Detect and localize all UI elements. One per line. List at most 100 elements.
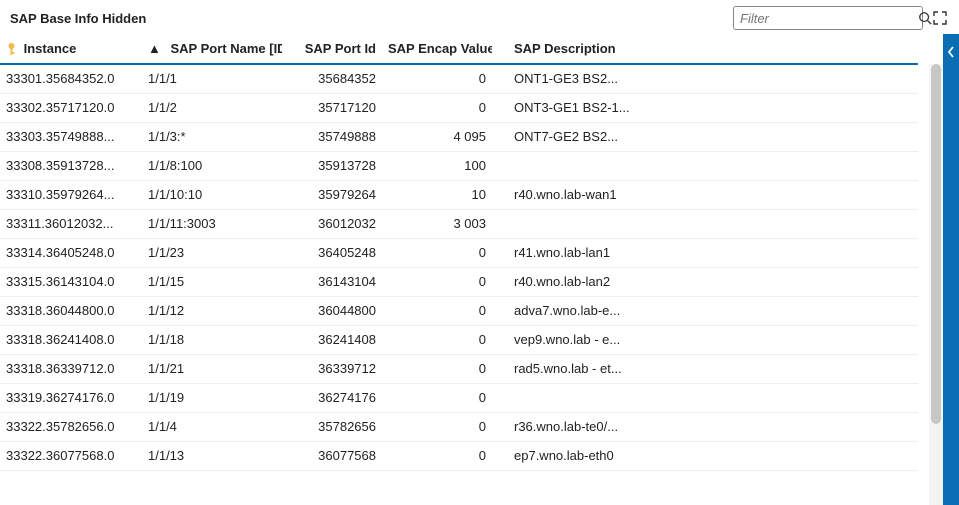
col-header-description[interactable]: SAP Description <box>492 34 918 64</box>
table-row[interactable]: 33301.35684352.01/1/1356843520ONT1-GE3 B… <box>0 64 918 93</box>
col-header-encap-label: SAP Encap Value <box>388 41 492 56</box>
cell-port-id: 36405248 <box>282 238 382 267</box>
cell-instance: 33301.35684352.0 <box>0 64 142 93</box>
cell-encap: 100 <box>382 151 492 180</box>
table-row[interactable]: 33303.35749888...1/1/3:*357498884 095ONT… <box>0 122 918 151</box>
cell-port-id: 36143104 <box>282 267 382 296</box>
filter-box[interactable] <box>733 6 923 30</box>
cell-description: r36.wno.lab-te0/... <box>492 412 918 441</box>
col-header-instance-label: Instance <box>24 41 77 56</box>
cell-description <box>492 151 918 180</box>
cell-encap: 0 <box>382 325 492 354</box>
fullscreen-button[interactable] <box>931 9 949 27</box>
cell-encap: 0 <box>382 296 492 325</box>
table-row[interactable]: 33319.36274176.01/1/19362741760 <box>0 383 918 412</box>
filter-input[interactable] <box>740 11 918 26</box>
table-row[interactable]: 33308.35913728...1/1/8:10035913728100 <box>0 151 918 180</box>
cell-description: ONT1-GE3 BS2... <box>492 64 918 93</box>
table-header-row: Instance ▲ SAP Port Name [IDX] SAP Port … <box>0 34 918 64</box>
col-header-port-id[interactable]: SAP Port Id <box>282 34 382 64</box>
vertical-scrollbar[interactable] <box>929 64 943 505</box>
cell-encap: 0 <box>382 354 492 383</box>
table-row[interactable]: 33311.36012032...1/1/11:3003360120323 00… <box>0 209 918 238</box>
cell-port-id: 36012032 <box>282 209 382 238</box>
cell-port-name: 1/1/1 <box>142 64 282 93</box>
cell-instance: 33311.36012032... <box>0 209 142 238</box>
data-table: Instance ▲ SAP Port Name [IDX] SAP Port … <box>0 34 918 471</box>
table-body: 33301.35684352.01/1/1356843520ONT1-GE3 B… <box>0 64 918 470</box>
cell-port-id: 36274176 <box>282 383 382 412</box>
cell-port-name: 1/1/21 <box>142 354 282 383</box>
cell-port-name: 1/1/23 <box>142 238 282 267</box>
cell-description: vep9.wno.lab - e... <box>492 325 918 354</box>
cell-port-name: 1/1/3:* <box>142 122 282 151</box>
cell-port-name: 1/1/15 <box>142 267 282 296</box>
cell-instance: 33318.36339712.0 <box>0 354 142 383</box>
cell-instance: 33318.36241408.0 <box>0 325 142 354</box>
cell-instance: 33319.36274176.0 <box>0 383 142 412</box>
cell-port-id: 35684352 <box>282 64 382 93</box>
sort-asc-icon: ▲ <box>148 41 161 56</box>
cell-instance: 33303.35749888... <box>0 122 142 151</box>
cell-port-name: 1/1/19 <box>142 383 282 412</box>
cell-port-id: 36339712 <box>282 354 382 383</box>
cell-encap: 0 <box>382 412 492 441</box>
cell-instance: 33314.36405248.0 <box>0 238 142 267</box>
cell-port-id: 36077568 <box>282 441 382 470</box>
cell-port-id: 35979264 <box>282 180 382 209</box>
cell-port-id: 36241408 <box>282 325 382 354</box>
cell-description: r41.wno.lab-lan1 <box>492 238 918 267</box>
table-row[interactable]: 33318.36339712.01/1/21363397120rad5.wno.… <box>0 354 918 383</box>
col-header-port-name-label: SAP Port Name [IDX] <box>171 41 283 56</box>
col-header-port-id-label: SAP Port Id <box>305 41 376 56</box>
cell-description: ONT3-GE1 BS2-1... <box>492 93 918 122</box>
cell-port-name: 1/1/10:10 <box>142 180 282 209</box>
cell-encap: 0 <box>382 93 492 122</box>
cell-description: r40.wno.lab-lan2 <box>492 267 918 296</box>
chevron-left-icon <box>947 46 955 58</box>
side-panel-toggle[interactable] <box>943 34 959 505</box>
cell-description <box>492 209 918 238</box>
vertical-scrollbar-thumb[interactable] <box>931 64 941 424</box>
table-row[interactable]: 33310.35979264...1/1/10:103597926410r40.… <box>0 180 918 209</box>
search-icon[interactable] <box>918 11 932 25</box>
col-header-description-label: SAP Description <box>514 41 616 56</box>
table-row[interactable]: 33318.36044800.01/1/12360448000adva7.wno… <box>0 296 918 325</box>
cell-encap: 10 <box>382 180 492 209</box>
cell-encap: 0 <box>382 267 492 296</box>
cell-port-id: 35782656 <box>282 412 382 441</box>
cell-instance: 33318.36044800.0 <box>0 296 142 325</box>
cell-instance: 33310.35979264... <box>0 180 142 209</box>
table-row[interactable]: 33322.35782656.01/1/4357826560r36.wno.la… <box>0 412 918 441</box>
col-header-port-name[interactable]: ▲ SAP Port Name [IDX] <box>142 34 282 64</box>
cell-encap: 0 <box>382 441 492 470</box>
cell-port-id: 35717120 <box>282 93 382 122</box>
cell-port-name: 1/1/8:100 <box>142 151 282 180</box>
cell-description <box>492 383 918 412</box>
panel-title: SAP Base Info Hidden <box>10 11 146 26</box>
cell-encap: 0 <box>382 238 492 267</box>
col-header-encap[interactable]: SAP Encap Value <box>382 34 492 64</box>
cell-description: ONT7-GE2 BS2... <box>492 122 918 151</box>
cell-port-name: 1/1/11:3003 <box>142 209 282 238</box>
table-row[interactable]: 33318.36241408.01/1/18362414080vep9.wno.… <box>0 325 918 354</box>
cell-encap: 0 <box>382 64 492 93</box>
cell-encap: 4 095 <box>382 122 492 151</box>
table-container: Instance ▲ SAP Port Name [IDX] SAP Port … <box>0 34 943 505</box>
cell-port-id: 35913728 <box>282 151 382 180</box>
top-bar: SAP Base Info Hidden <box>0 0 959 34</box>
cell-port-name: 1/1/4 <box>142 412 282 441</box>
col-header-instance[interactable]: Instance <box>0 34 142 64</box>
table-row[interactable]: 33322.36077568.01/1/13360775680ep7.wno.l… <box>0 441 918 470</box>
cell-instance: 33302.35717120.0 <box>0 93 142 122</box>
cell-instance: 33315.36143104.0 <box>0 267 142 296</box>
table-row[interactable]: 33315.36143104.01/1/15361431040r40.wno.l… <box>0 267 918 296</box>
body: Instance ▲ SAP Port Name [IDX] SAP Port … <box>0 34 959 505</box>
table-row[interactable]: 33302.35717120.01/1/2357171200ONT3-GE1 B… <box>0 93 918 122</box>
key-icon <box>6 42 17 56</box>
table-row[interactable]: 33314.36405248.01/1/23364052480r41.wno.l… <box>0 238 918 267</box>
cell-description: adva7.wno.lab-e... <box>492 296 918 325</box>
cell-instance: 33322.36077568.0 <box>0 441 142 470</box>
cell-port-id: 35749888 <box>282 122 382 151</box>
cell-instance: 33322.35782656.0 <box>0 412 142 441</box>
